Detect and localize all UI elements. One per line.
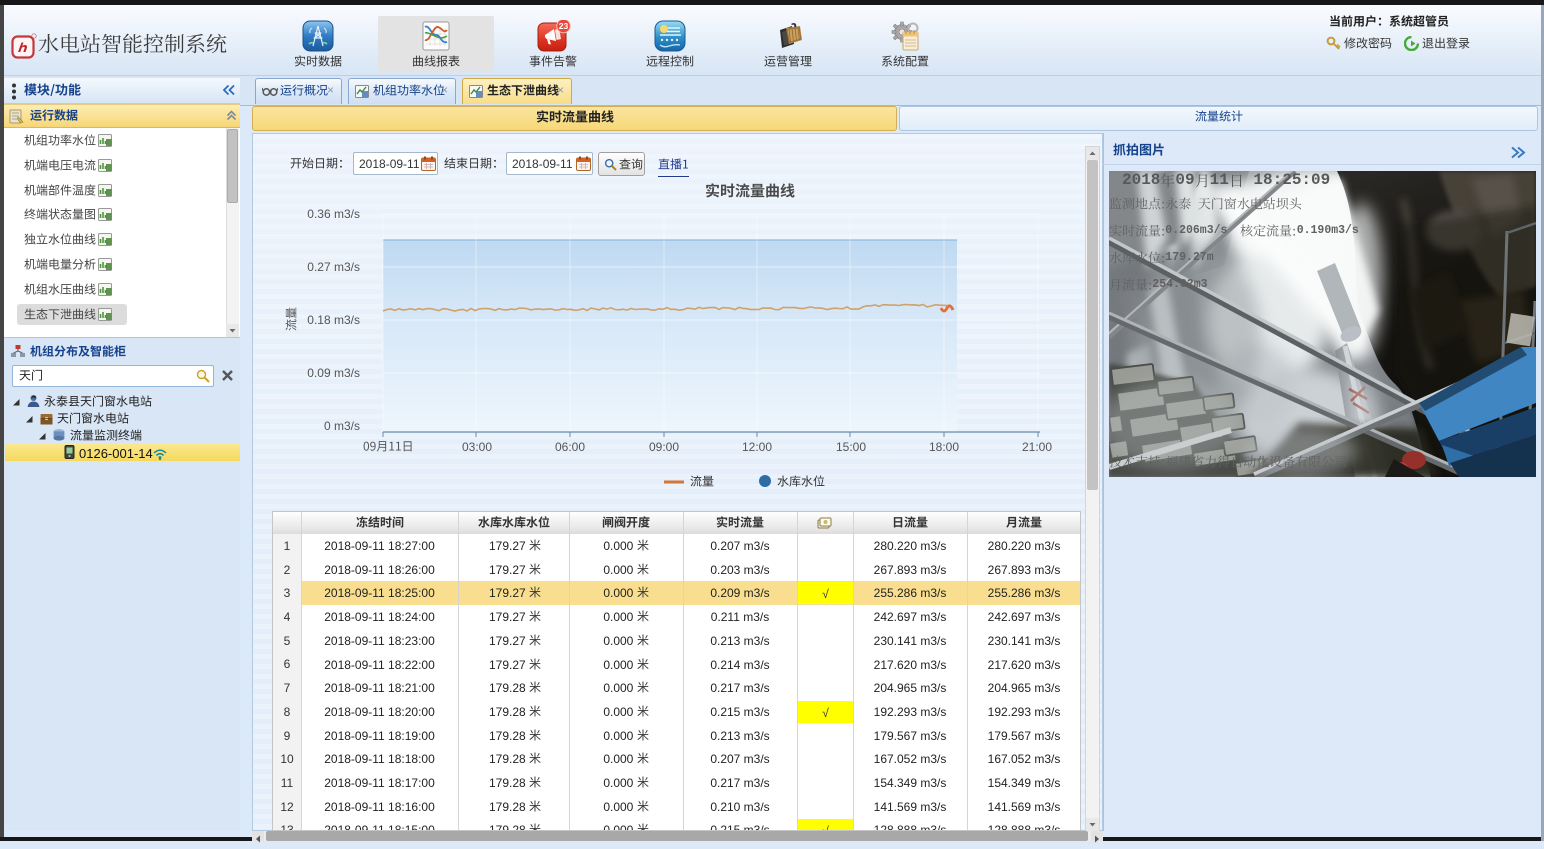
svg-text:23: 23 <box>559 21 569 31</box>
